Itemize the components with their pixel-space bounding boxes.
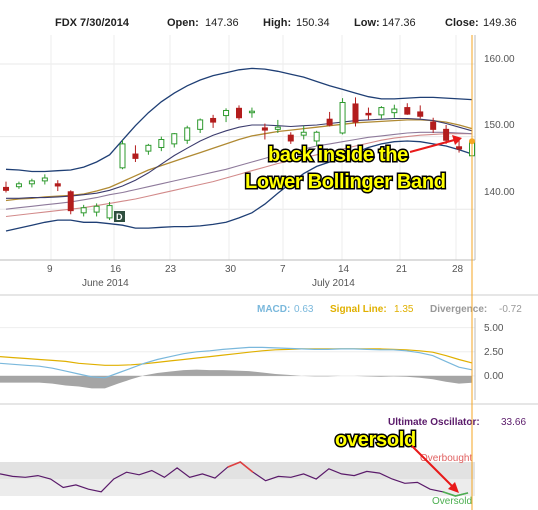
candle-up	[145, 144, 152, 152]
candle-up	[391, 108, 398, 114]
uo-overbought-zone	[0, 462, 475, 479]
x-tick-9: 9	[47, 264, 53, 275]
candle-up	[158, 139, 165, 148]
oversold-label: Oversold	[432, 496, 472, 507]
open-value: 147.36	[205, 17, 239, 29]
candle-up	[339, 102, 346, 134]
divergence-value: -0.72	[499, 304, 522, 315]
candle-down	[352, 103, 359, 123]
oversold-annotation: oversold	[335, 429, 416, 451]
high-label: High:	[263, 17, 291, 29]
price-y-tick-150: 150.00	[484, 120, 515, 131]
candle-down	[404, 107, 411, 115]
candle-down	[365, 112, 372, 116]
candle-down	[430, 121, 437, 130]
open-label: Open:	[167, 17, 199, 29]
dividend-marker-label: D	[116, 212, 123, 222]
uo-title: Ultimate Oscillator:	[388, 417, 480, 428]
annotation-line-1: back inside the	[268, 144, 408, 166]
candle-up	[15, 183, 22, 188]
candle-down	[132, 153, 139, 159]
candle-down	[326, 118, 333, 126]
candle-up	[274, 126, 281, 130]
price-y-tick-160: 160.00	[484, 54, 515, 65]
x-tick-30: 30	[225, 264, 237, 275]
chart-canvas: FDX 7/30/2014 Open: 147.36 High: 150.34 …	[0, 0, 538, 510]
macd-y-tick-5: 5.00	[484, 323, 504, 334]
candle-down	[443, 128, 450, 141]
candle-down	[3, 186, 9, 191]
candle-up	[93, 205, 100, 213]
close-label: Close:	[445, 17, 479, 29]
signal-value: 1.35	[394, 304, 414, 315]
candle-down	[417, 111, 424, 117]
uo-value: 33.66	[501, 417, 526, 428]
candle-up	[300, 131, 307, 136]
macd-value: 0.63	[294, 304, 314, 315]
candle-up	[119, 143, 126, 169]
close-value: 149.36	[483, 17, 517, 29]
candle-up	[197, 119, 204, 130]
high-value: 150.34	[296, 17, 330, 29]
candle-down	[67, 191, 74, 212]
candle-up	[28, 180, 35, 185]
x-tick-14: 14	[338, 264, 350, 275]
candle-down	[287, 134, 294, 142]
ticker-date: FDX 7/30/2014	[55, 17, 130, 29]
low-value: 147.36	[382, 17, 416, 29]
macd-label: MACD:	[257, 304, 290, 315]
stock-chart-figure: FDX 7/30/2014 Open: 147.36 High: 150.34 …	[0, 0, 538, 510]
x-tick-23: 23	[165, 264, 177, 275]
x-tick-16: 16	[110, 264, 122, 275]
candle-up	[248, 110, 255, 114]
candle-up	[171, 133, 178, 145]
candle-up	[80, 207, 87, 214]
price-y-tick-140: 140.00	[484, 187, 515, 198]
candle-up	[106, 205, 113, 219]
macd-y-tick-0: 0.00	[484, 371, 504, 382]
uo-oversold-zone	[0, 479, 475, 496]
annotation-line-2: Lower Bollinger Band	[245, 171, 446, 193]
candle-down	[456, 146, 463, 150]
candle-up	[313, 131, 320, 142]
x-tick-21: 21	[396, 264, 408, 275]
candle-down	[236, 107, 242, 119]
candle-down	[210, 117, 217, 123]
low-label: Low:	[354, 17, 380, 29]
candle-up	[378, 107, 385, 116]
candle-up	[184, 127, 191, 141]
candle-up	[41, 177, 48, 182]
candle-up	[223, 109, 230, 117]
x-month-june: June 2014	[82, 278, 129, 289]
x-tick-7: 7	[280, 264, 286, 275]
candle-down	[54, 183, 61, 187]
x-tick-28: 28	[452, 264, 464, 275]
candle-down	[261, 127, 268, 131]
signal-label: Signal Line:	[330, 304, 387, 315]
macd-y-tick-2-5: 2.50	[484, 347, 504, 358]
x-month-july: July 2014	[312, 278, 355, 289]
divergence-label: Divergence:	[430, 304, 487, 315]
